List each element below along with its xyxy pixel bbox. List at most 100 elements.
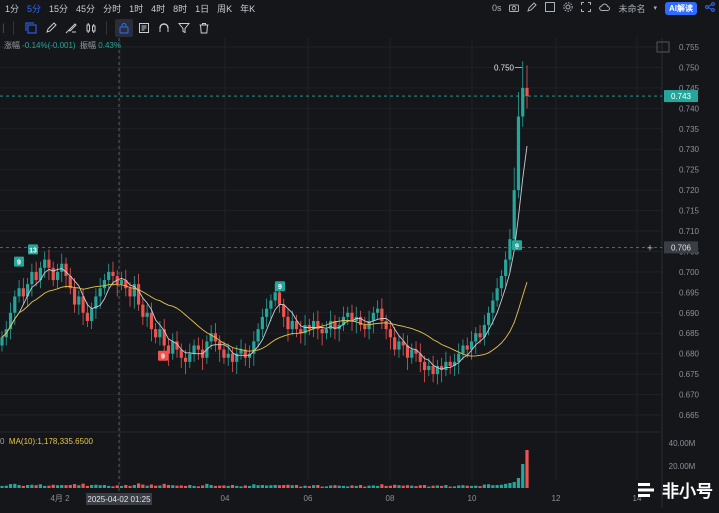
volume-bar bbox=[521, 464, 525, 488]
candle-body bbox=[226, 353, 230, 358]
timeframe-item[interactable]: 分时 bbox=[100, 2, 124, 15]
volume-bar bbox=[422, 485, 427, 488]
volume-bar bbox=[260, 485, 264, 488]
copy-icon[interactable] bbox=[22, 19, 40, 37]
volume-bar bbox=[213, 485, 218, 488]
price-tick-label: 0.700 bbox=[679, 268, 700, 277]
volume-bar bbox=[486, 484, 491, 488]
camera-icon[interactable] bbox=[509, 3, 520, 14]
timeframe-bar: 1分 5分 15分 45分 分时 1时 4时 8时 1日 周K 年K 0s 未命名 ▾ AI解读 bbox=[0, 0, 719, 16]
candlestick-chart[interactable]: 0.7550.7500.7450.7400.7350.7300.7250.720… bbox=[0, 38, 719, 508]
sequence-marker-label: 13 bbox=[29, 247, 37, 254]
candle-body bbox=[393, 337, 397, 350]
candle-body bbox=[72, 288, 77, 305]
volume-bar bbox=[418, 485, 422, 488]
candle-body bbox=[465, 345, 469, 350]
timeframe-item[interactable]: 15分 bbox=[46, 2, 71, 15]
candle-body bbox=[410, 349, 414, 358]
volume-bar bbox=[55, 485, 60, 488]
candle-body bbox=[277, 292, 282, 305]
timeframe-item[interactable]: 1日 bbox=[192, 2, 212, 15]
candle-body bbox=[145, 312, 149, 317]
volume-bar bbox=[427, 486, 431, 488]
amplitude-value: 0.43% bbox=[98, 41, 121, 50]
price-tick-label: 0.715 bbox=[679, 207, 700, 216]
volume-bar bbox=[192, 485, 196, 488]
candle-body bbox=[478, 333, 482, 338]
volume-bar bbox=[205, 483, 209, 488]
filter-icon[interactable] bbox=[175, 19, 193, 37]
trash-icon[interactable] bbox=[195, 19, 213, 37]
volume-bar bbox=[299, 486, 303, 488]
price-chart[interactable]: 0.755 0.750 0.745 0.740 0.735 0.730 0.725 0.720… bbox=[0, 38, 719, 508]
volume-bar bbox=[405, 485, 410, 488]
crosshair-price-label: 0.706 bbox=[671, 243, 692, 252]
candle-body bbox=[47, 259, 51, 268]
candle-body bbox=[64, 263, 68, 276]
candle-body bbox=[525, 87, 529, 97]
layout-name[interactable]: 未命名 bbox=[618, 2, 645, 15]
magnet-icon[interactable] bbox=[155, 19, 173, 37]
timeframe-item[interactable]: 周K bbox=[214, 2, 235, 15]
volume-bar bbox=[474, 485, 478, 488]
lock-icon[interactable] bbox=[114, 19, 133, 37]
candle-body bbox=[457, 353, 461, 362]
chevron-down-icon[interactable]: ▾ bbox=[653, 4, 657, 12]
sequence-marker-label: 9 bbox=[17, 260, 21, 267]
timeframe-item[interactable]: 年K bbox=[237, 2, 258, 15]
timeframe-item[interactable]: 1时 bbox=[126, 2, 146, 15]
candle-body bbox=[384, 320, 388, 330]
volume-bar bbox=[218, 485, 222, 488]
volume-bar bbox=[350, 485, 354, 488]
window-icon[interactable] bbox=[545, 2, 556, 14]
candle-body bbox=[290, 320, 294, 330]
candle-body bbox=[516, 116, 521, 191]
candle-body bbox=[111, 271, 115, 276]
ai-analysis-button[interactable]: AI解读 bbox=[665, 1, 697, 15]
volume-bar bbox=[38, 484, 43, 488]
volume-bar bbox=[158, 485, 162, 488]
volume-bar bbox=[371, 485, 375, 488]
volume-bar bbox=[414, 486, 418, 488]
price-tick-label: 0.740 bbox=[679, 104, 700, 113]
volume-bar bbox=[282, 485, 286, 488]
timeframe-item[interactable]: 4时 bbox=[148, 2, 168, 15]
volume-bar bbox=[34, 485, 38, 488]
share-icon[interactable] bbox=[705, 2, 715, 14]
timeframe-item[interactable]: 1分 bbox=[2, 2, 22, 15]
logo: 非小号 bbox=[638, 477, 713, 502]
candle-body bbox=[269, 300, 273, 309]
pencil-icon[interactable] bbox=[42, 19, 60, 37]
volume-bar bbox=[465, 485, 469, 488]
volume-bar bbox=[209, 485, 213, 488]
candle-body bbox=[119, 280, 124, 285]
volume-bar bbox=[30, 484, 34, 488]
edit-icon[interactable] bbox=[527, 2, 538, 14]
volume-bar bbox=[47, 485, 51, 488]
brush-icon[interactable] bbox=[62, 19, 80, 37]
candle-body bbox=[60, 263, 64, 272]
volume-bar bbox=[333, 485, 337, 488]
gear-icon[interactable] bbox=[563, 2, 574, 14]
candle-body bbox=[102, 280, 107, 289]
volume-bar bbox=[341, 485, 346, 488]
volume-tick-label: 20.00M bbox=[669, 462, 696, 471]
fullscreen-icon[interactable] bbox=[581, 2, 592, 14]
logo-icon bbox=[638, 482, 654, 497]
candle-body bbox=[128, 288, 132, 297]
timeframe-item[interactable]: 8时 bbox=[170, 2, 190, 15]
candle-body bbox=[256, 329, 260, 342]
candle-body bbox=[461, 345, 465, 354]
volume-bar bbox=[8, 484, 13, 488]
note-icon[interactable] bbox=[135, 19, 153, 37]
cloud-icon[interactable] bbox=[599, 3, 611, 13]
volume-bar bbox=[145, 485, 149, 488]
volume-bar bbox=[51, 484, 55, 488]
timeframe-item[interactable]: 5分 bbox=[24, 2, 44, 15]
volume-bar bbox=[482, 484, 486, 488]
candle-icon[interactable] bbox=[82, 19, 100, 37]
volume-bar bbox=[516, 478, 521, 488]
delay-readout: 0s bbox=[491, 3, 502, 13]
volume-bar bbox=[256, 485, 260, 488]
timeframe-item[interactable]: 45分 bbox=[73, 2, 98, 15]
